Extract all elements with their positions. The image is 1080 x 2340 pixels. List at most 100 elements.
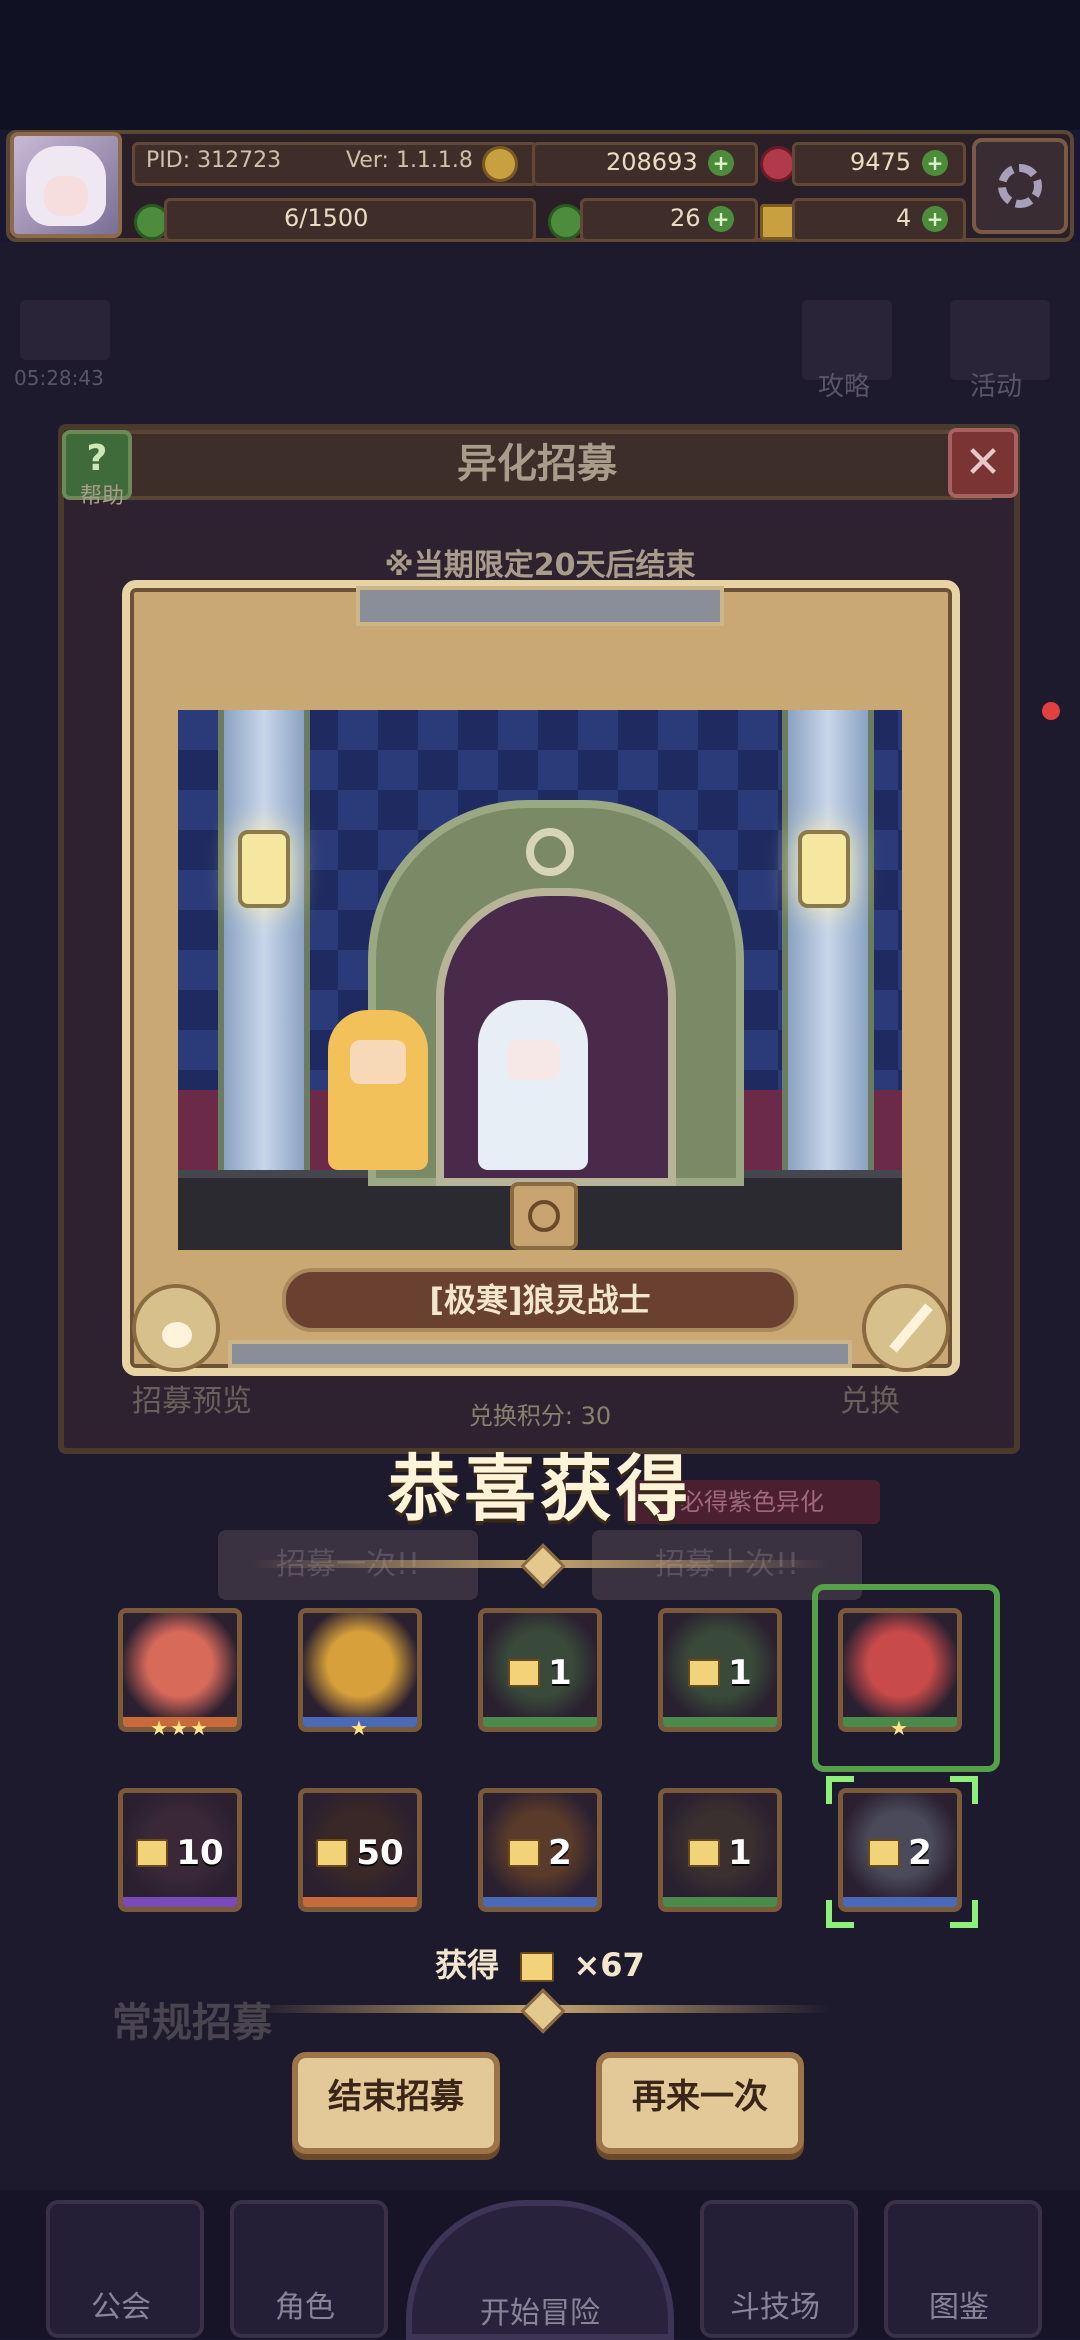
element-badge-icon — [510, 1182, 578, 1250]
selection-corner — [826, 1900, 854, 1928]
normal-recruit-label: 常规招募 — [112, 2000, 272, 2046]
rarity-bar — [123, 1897, 237, 1907]
ticket-icon — [482, 146, 518, 182]
moon-icon — [526, 828, 574, 876]
fragment-count: 2 — [908, 1833, 932, 1873]
companion-sprite — [328, 1010, 428, 1170]
nav-character-label: 角色 — [275, 2290, 335, 2325]
selection-corner — [826, 1776, 854, 1804]
star-rating: ★★★ — [150, 1716, 210, 1740]
gain-count: ×67 — [573, 1946, 645, 1984]
gift-icon — [20, 300, 110, 360]
fragment-count: 1 — [728, 1653, 752, 1693]
fragment-icon — [316, 1839, 349, 1867]
fragment-count: 2 — [548, 1833, 572, 1873]
end-recruit-button[interactable]: 结束招募 — [292, 2052, 500, 2154]
star-rating: ★ — [350, 1716, 370, 1740]
fragment-reward-card[interactable]: 2 — [478, 1788, 602, 1912]
question-icon: ? — [86, 438, 108, 479]
reward-portrait — [303, 1613, 417, 1727]
nav-start-label: 开始冒险 — [480, 2296, 600, 2331]
fragment-icon — [868, 1839, 901, 1867]
exchange-button-label: 兑换 — [840, 1384, 900, 1419]
fragment-reward-card[interactable]: 1 — [658, 1608, 782, 1732]
character-sprites — [328, 1000, 588, 1180]
close-button[interactable]: ✕ — [948, 428, 1018, 498]
companion-face — [350, 1040, 406, 1084]
nav-codex-label: 图鉴 — [929, 2290, 989, 2325]
add-clover-icon[interactable]: + — [708, 206, 734, 232]
reward-portrait — [123, 1613, 237, 1727]
fragment-reward-card[interactable]: 50 — [298, 1788, 422, 1912]
rarity-bar — [303, 1897, 417, 1907]
character-reward-card[interactable] — [118, 1608, 242, 1732]
wolf-warrior-face — [506, 1040, 560, 1080]
rarity-bar — [483, 1897, 597, 1907]
boot-value: 4 — [896, 204, 912, 232]
rarity-bar — [843, 1897, 957, 1907]
showcase-scene — [178, 710, 902, 1250]
limited-notice: ※当期限定20天后结束 — [384, 548, 696, 583]
fragment-icon — [688, 1839, 721, 1867]
fragment-count-wrap: 50 — [303, 1833, 417, 1873]
sword-icon — [862, 1284, 950, 1372]
fragment-count: 1 — [548, 1653, 572, 1693]
gem-icon — [760, 146, 796, 182]
selection-corner — [950, 1900, 978, 1928]
fragment-count: 10 — [176, 1833, 224, 1873]
fragment-reward-card[interactable]: 2 — [838, 1788, 962, 1912]
fragment-count-wrap: 2 — [843, 1833, 957, 1873]
character-reward-card[interactable] — [298, 1608, 422, 1732]
fragment-count-wrap: 10 — [123, 1833, 237, 1873]
fragment-icon — [688, 1659, 721, 1687]
rarity-bar — [483, 1717, 597, 1727]
left-pillar — [218, 710, 310, 1170]
timer-text: 05:28:43 — [14, 366, 104, 390]
fragment-reward-card[interactable]: 10 — [118, 1788, 242, 1912]
gem-value: 9475 — [850, 148, 912, 176]
pid-text: PID: 312723 — [146, 148, 282, 173]
new-character-highlight — [812, 1584, 1000, 1772]
fragment-count: 1 — [728, 1833, 752, 1873]
fragment-icon — [520, 1952, 555, 1982]
gear-icon — [998, 164, 1042, 208]
right-pillar — [782, 710, 874, 1170]
paw-icon — [132, 1284, 220, 1372]
nav-guild-label: 公会 — [91, 2290, 151, 2325]
add-gold-icon[interactable]: + — [708, 150, 734, 176]
gain-prefix: 获得 — [435, 1946, 500, 1984]
wolf-warrior-sprite — [478, 1000, 588, 1170]
fragment-reward-card[interactable]: 1 — [478, 1608, 602, 1732]
player-avatar[interactable] — [10, 132, 122, 238]
status-bar — [0, 0, 1080, 130]
fragment-count-wrap: 1 — [483, 1653, 597, 1693]
fragment-icon — [136, 1839, 169, 1867]
dialog-title: 异化招募 — [457, 441, 617, 487]
guide-label: 攻略 — [818, 372, 871, 402]
fragment-icon — [508, 1659, 541, 1687]
preview-button-label: 招募预览 — [132, 1384, 252, 1419]
rarity-bar — [663, 1717, 777, 1727]
version-text: Ver: 1.1.1.8 — [346, 148, 473, 173]
add-boot-icon[interactable]: + — [922, 206, 948, 232]
right-lamp-icon — [798, 830, 850, 908]
add-gem-icon[interactable]: + — [922, 150, 948, 176]
fragment-reward-card[interactable]: 1 — [658, 1788, 782, 1912]
nav-arena-label: 斗技场 — [730, 2290, 820, 2325]
fragment-count: 50 — [356, 1833, 404, 1873]
left-lamp-icon — [238, 830, 290, 908]
notification-dot — [1042, 702, 1060, 720]
showcase-top-plate — [356, 586, 724, 626]
character-nameplate: [极寒]狼灵战士 — [282, 1268, 798, 1332]
selection-corner — [950, 1776, 978, 1804]
boot-icon — [760, 204, 796, 240]
recruit-again-button[interactable]: 再来一次 — [596, 2052, 804, 2154]
stamina-value: 6/1500 — [284, 204, 369, 232]
showcase-bottom-plate — [228, 1340, 852, 1368]
clover-value: 26 — [670, 204, 701, 232]
fragment-icon — [508, 1839, 541, 1867]
gain-summary: 获得 ×67 — [0, 1940, 1080, 1986]
exchange-points: 兑换积分: 30 — [468, 1402, 612, 1430]
fragment-count-wrap: 1 — [663, 1653, 777, 1693]
settings-button[interactable] — [972, 138, 1068, 234]
